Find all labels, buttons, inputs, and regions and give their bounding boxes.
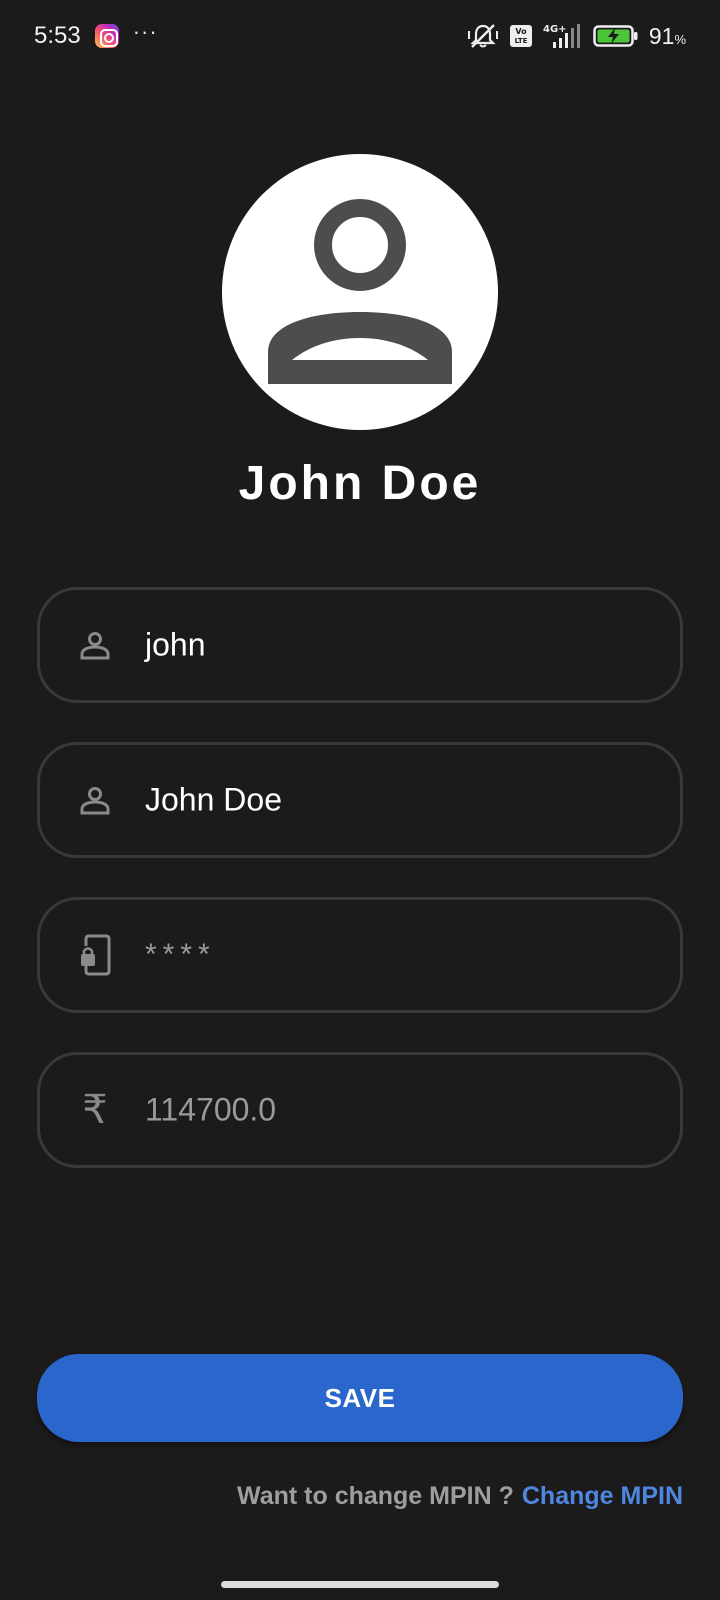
profile-screen: 5:53 ··· Vo LTE 4G+ 91% John Doe john Jo… — [0, 0, 720, 1600]
mpin-field[interactable]: **** — [37, 897, 683, 1013]
phone-lock-icon — [78, 934, 112, 976]
instagram-icon — [94, 24, 119, 48]
battery-charging-icon — [593, 24, 639, 48]
profile-avatar — [222, 154, 498, 430]
svg-text:Vo: Vo — [515, 27, 527, 36]
person-icon — [78, 625, 112, 665]
status-bar: 5:53 ··· Vo LTE 4G+ 91% — [0, 0, 720, 72]
mpin-value: **** — [145, 938, 216, 971]
balance-field[interactable]: ₹ 114700.0 — [37, 1052, 683, 1168]
rupee-icon: ₹ — [78, 1090, 112, 1130]
signal-icon: 4G+ — [543, 22, 583, 50]
silent-icon — [467, 22, 499, 50]
change-mpin-prompt: Want to change MPIN ? — [237, 1482, 514, 1510]
svg-text:LTE: LTE — [514, 37, 527, 45]
save-button[interactable]: SAVE — [37, 1354, 683, 1442]
full-name-value: John Doe — [145, 781, 282, 818]
svg-text:4G+: 4G+ — [543, 24, 567, 35]
person-icon — [78, 780, 112, 820]
full-name-field[interactable]: John Doe — [37, 742, 683, 858]
profile-name: John Doe — [238, 457, 482, 510]
status-bar-left: 5:53 ··· — [34, 19, 158, 50]
username-value: john — [145, 626, 206, 663]
change-mpin-link[interactable]: Change MPIN — [522, 1482, 683, 1511]
home-indicator[interactable] — [221, 1581, 499, 1588]
person-icon — [268, 199, 452, 384]
rupee-symbol: ₹ — [82, 1088, 108, 1132]
more-notifications-icon: ··· — [132, 19, 158, 44]
volte-icon: Vo LTE — [509, 24, 533, 48]
balance-value: 114700.0 — [145, 1091, 277, 1128]
status-bar-right: Vo LTE 4G+ 91% — [467, 22, 686, 50]
username-field[interactable]: john — [37, 587, 683, 703]
battery-percent: 91% — [648, 22, 686, 49]
status-time: 5:53 — [34, 22, 81, 49]
change-mpin-row: Want to change MPIN ? Change MPIN — [237, 1482, 683, 1511]
